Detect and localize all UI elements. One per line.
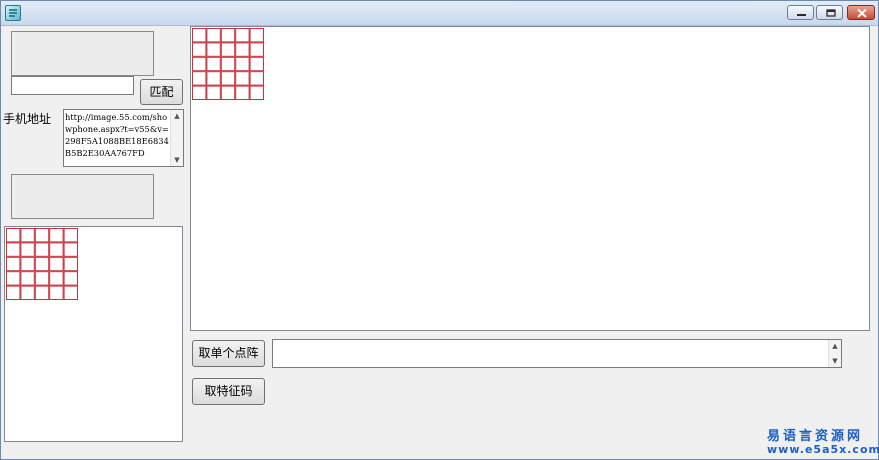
- maximize-icon: [826, 9, 836, 17]
- scroll-up-icon[interactable]: ▲: [829, 340, 841, 352]
- grid-cell[interactable]: [220, 28, 236, 43]
- title-bar[interactable]: [1, 1, 878, 26]
- minimize-icon: [797, 14, 806, 16]
- grid-cell[interactable]: [192, 85, 207, 100]
- grid-cell[interactable]: [220, 56, 236, 72]
- small-grid-canvas[interactable]: [4, 226, 183, 442]
- grid-cell[interactable]: [63, 256, 78, 272]
- grid-cell[interactable]: [235, 28, 250, 43]
- grid-cell[interactable]: [206, 56, 221, 72]
- grid-cell[interactable]: [34, 271, 50, 286]
- close-button[interactable]: [847, 5, 875, 20]
- grid-cell[interactable]: [49, 285, 64, 300]
- grid-cell[interactable]: [34, 242, 50, 257]
- grid-cell[interactable]: [6, 228, 21, 243]
- result-field[interactable]: ▲ ▼: [272, 339, 842, 368]
- grid-cell[interactable]: [49, 242, 64, 257]
- large-grid-canvas[interactable]: [190, 26, 870, 331]
- result-scrollbar[interactable]: ▲ ▼: [828, 340, 841, 367]
- grid-cell[interactable]: [34, 228, 50, 243]
- app-window: 匹配 手机地址 http://image.55.com/showphone.as…: [0, 0, 879, 460]
- match-button[interactable]: 匹配: [140, 79, 183, 105]
- grid-cell[interactable]: [63, 242, 78, 257]
- scroll-up-icon[interactable]: ▲: [171, 110, 183, 122]
- preview-panel-top: [11, 31, 154, 76]
- grid-cell[interactable]: [20, 228, 35, 243]
- grid-cell[interactable]: [20, 285, 35, 300]
- match-input[interactable]: [11, 76, 134, 95]
- grid-cell[interactable]: [206, 42, 221, 57]
- scroll-down-icon[interactable]: ▼: [829, 355, 841, 367]
- grid-cell[interactable]: [6, 256, 21, 272]
- grid-cell[interactable]: [249, 56, 264, 72]
- grid-cell[interactable]: [34, 256, 50, 272]
- grid-cell[interactable]: [6, 271, 21, 286]
- minimize-button[interactable]: [787, 5, 814, 20]
- grid-cell[interactable]: [235, 71, 250, 86]
- watermark-url: www.e5a5x.com: [767, 443, 879, 456]
- grid-cell[interactable]: [49, 271, 64, 286]
- grid-cell[interactable]: [220, 85, 236, 100]
- maximize-button[interactable]: [816, 5, 843, 20]
- app-icon: [5, 5, 21, 21]
- grid-cell[interactable]: [249, 85, 264, 100]
- grid-cell[interactable]: [235, 85, 250, 100]
- grid-cell[interactable]: [206, 71, 221, 86]
- preview-panel-bottom: [11, 174, 154, 219]
- close-icon: [857, 8, 867, 18]
- grid-cell[interactable]: [6, 242, 21, 257]
- grid-cell[interactable]: [20, 271, 35, 286]
- grid-cell[interactable]: [192, 56, 207, 72]
- grid-cell[interactable]: [249, 42, 264, 57]
- grid-cell[interactable]: [249, 71, 264, 86]
- watermark-name: 易语言资源网: [767, 429, 864, 444]
- phone-address-scrollbar[interactable]: ▲ ▼: [170, 110, 183, 166]
- grid-cell[interactable]: [20, 242, 35, 257]
- grid-cell[interactable]: [63, 285, 78, 300]
- grid-cell[interactable]: [20, 256, 35, 272]
- grid-cell[interactable]: [192, 71, 207, 86]
- small-dot-grid: [6, 228, 78, 300]
- grid-cell[interactable]: [63, 271, 78, 286]
- large-dot-grid: [192, 28, 264, 100]
- grid-cell[interactable]: [235, 42, 250, 57]
- phone-address-field[interactable]: http://image.55.com/showphone.aspx?t=v55…: [63, 109, 184, 167]
- grid-cell[interactable]: [63, 228, 78, 243]
- grid-cell[interactable]: [220, 71, 236, 86]
- grid-cell[interactable]: [249, 28, 264, 43]
- grid-cell[interactable]: [192, 28, 207, 43]
- grid-cell[interactable]: [206, 85, 221, 100]
- grid-cell[interactable]: [235, 56, 250, 72]
- phone-address-label: 手机地址: [3, 112, 52, 126]
- phone-address-text: http://image.55.com/showphone.aspx?t=v55…: [65, 112, 169, 158]
- grid-cell[interactable]: [206, 28, 221, 43]
- grid-cell[interactable]: [220, 42, 236, 57]
- grid-cell[interactable]: [192, 42, 207, 57]
- take-signature-button[interactable]: 取特征码: [192, 378, 265, 405]
- grid-cell[interactable]: [34, 285, 50, 300]
- grid-cell[interactable]: [49, 228, 64, 243]
- grid-cell[interactable]: [49, 256, 64, 272]
- take-single-matrix-button[interactable]: 取单个点阵: [192, 340, 265, 367]
- scroll-down-icon[interactable]: ▼: [171, 154, 183, 166]
- grid-cell[interactable]: [6, 285, 21, 300]
